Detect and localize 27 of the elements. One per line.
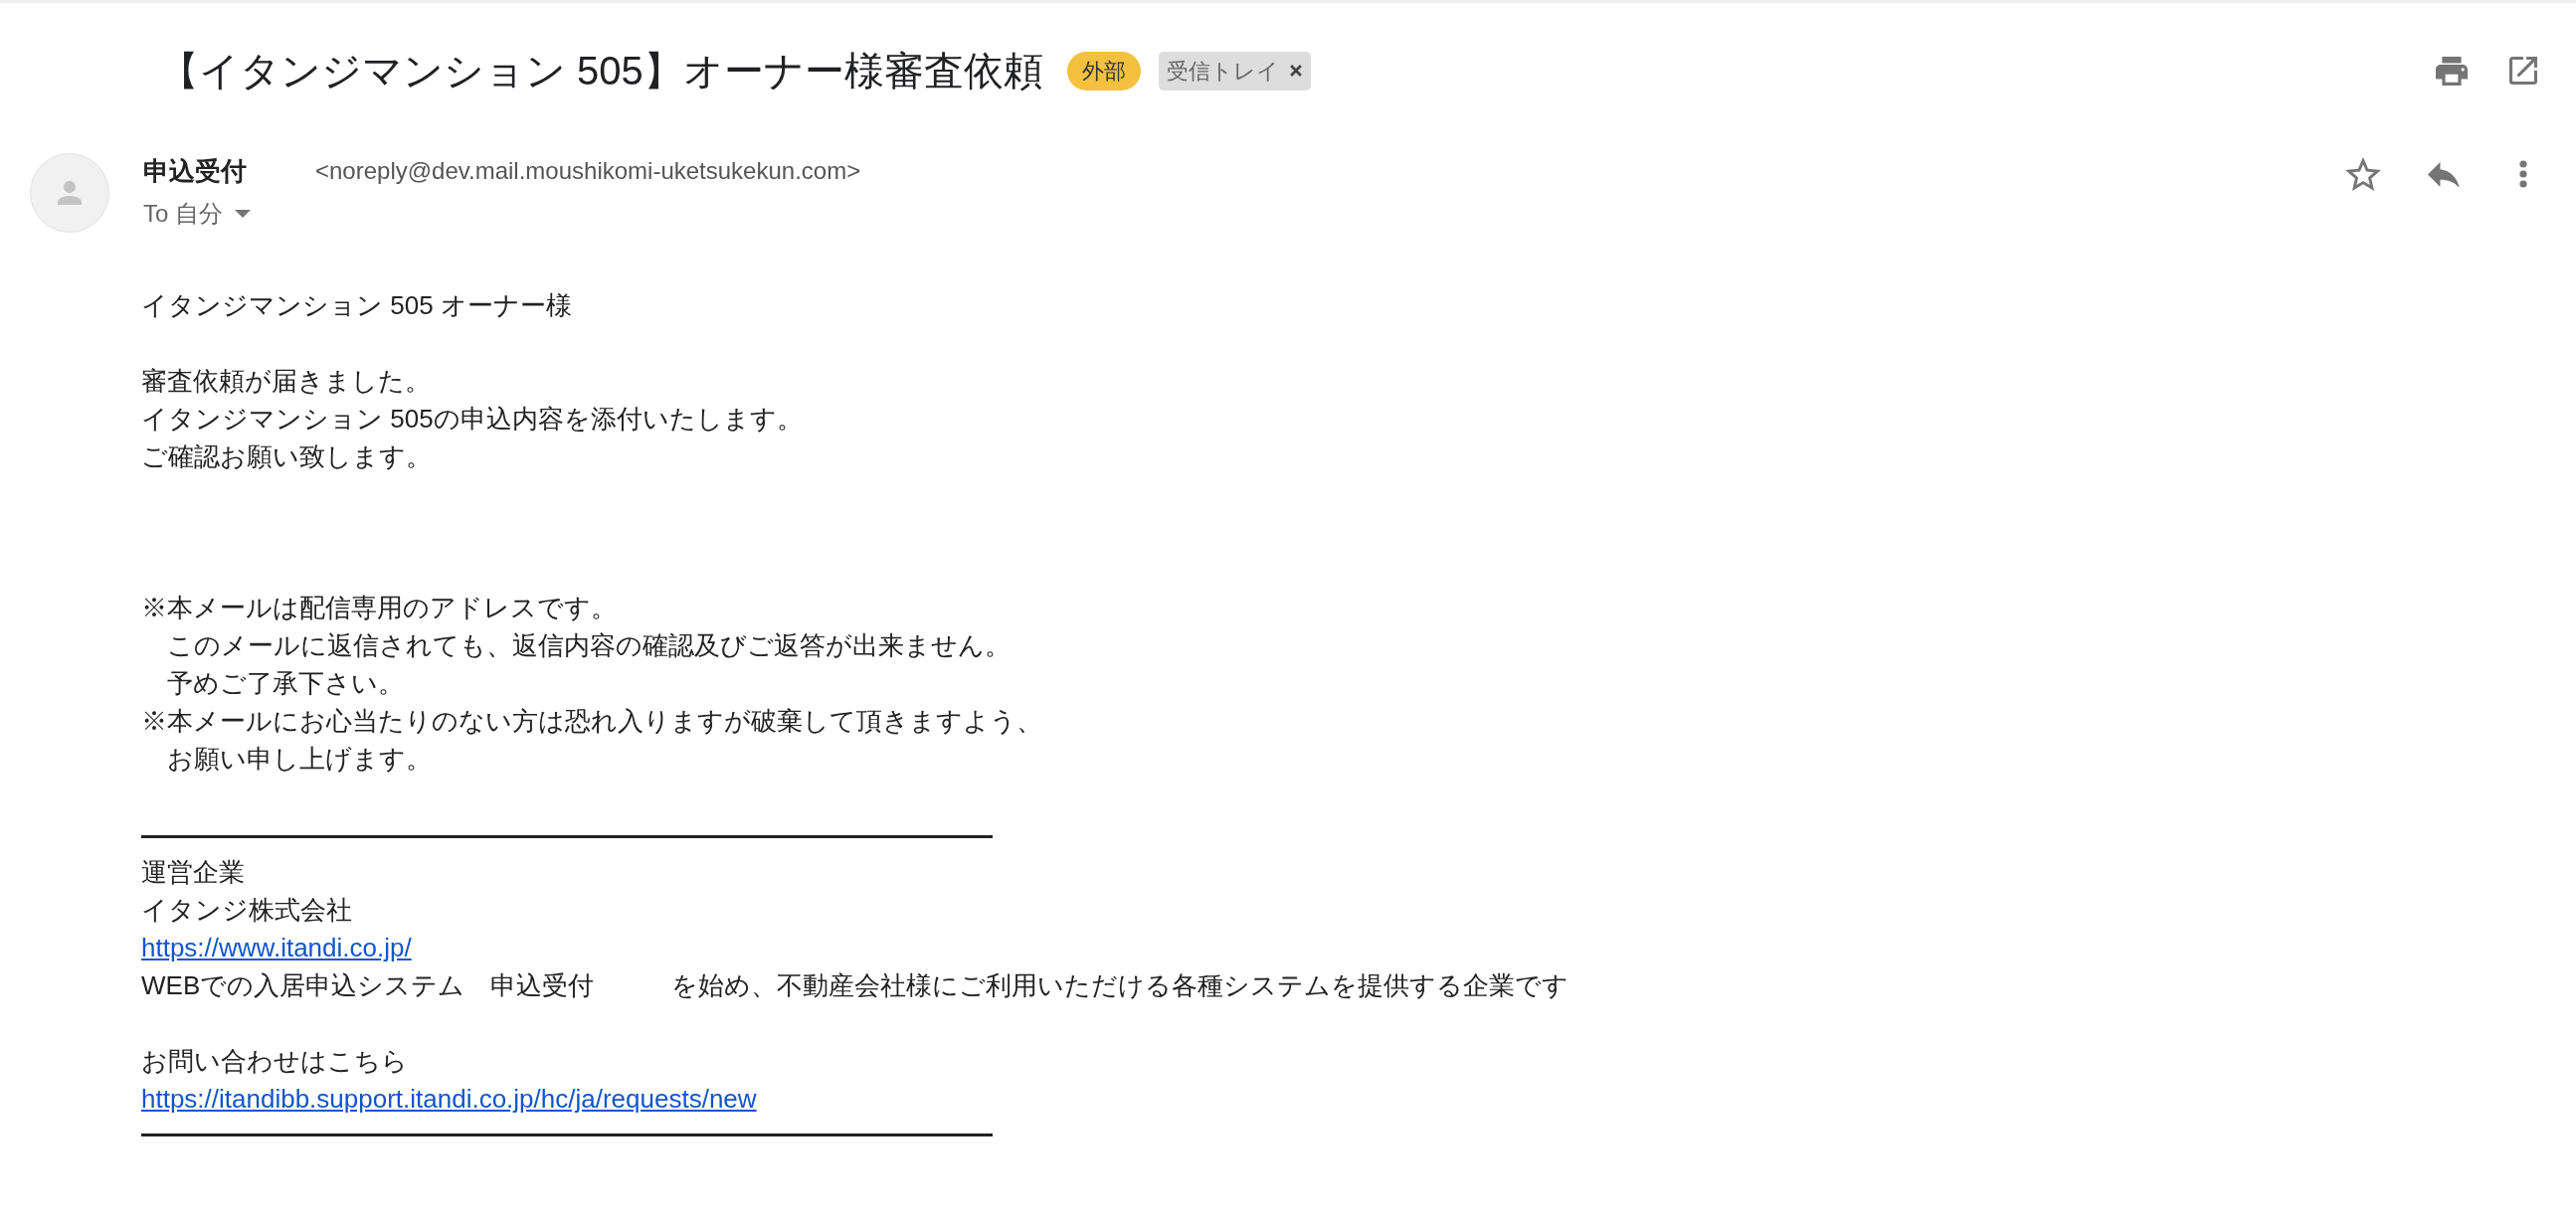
message-text: ご確認お願い致します。 [141, 440, 432, 473]
open-in-new-window-icon[interactable] [2509, 57, 2537, 85]
company-name: イタンジ株式会社 [141, 894, 352, 927]
star-icon[interactable] [2345, 157, 2381, 191]
sender-email: <noreply@dev.mail.moushikomi-uketsukekun.com> [315, 156, 861, 186]
avatar-icon [30, 153, 109, 233]
reply-icon[interactable] [2428, 161, 2460, 187]
print-icon[interactable] [2436, 56, 2468, 86]
label-text: 受信トレイ [1166, 57, 1279, 86]
contact-link[interactable]: https://itandibb.support.itandi.co.jp/hc/ja/requests/new [141, 1080, 757, 1118]
label-tag[interactable]: 外部 [1066, 51, 1141, 90]
recipient-text: To 自分 [143, 199, 223, 229]
caret-icon[interactable] [235, 210, 251, 218]
notice-paragraph: ※本メールは配信専用のアドレスです。 このメールに返信されても、返信内容の確認及びご返答が出来ません。 予めご了承下さい。 [141, 592, 1011, 700]
email-subject: 【イタンジマンション 505】オーナー様審査依頼 [159, 48, 1043, 94]
company-description: WEBでの入居申込システム 申込受付 を始め、不動産会社様にご利用いただける各種システムを提供する企業です [141, 969, 1569, 1002]
more-options-icon[interactable] [2519, 160, 2527, 188]
label-chip[interactable]: 受信トレイ [1158, 51, 1311, 90]
company-label: 運営企業 [141, 856, 245, 889]
close-icon[interactable] [1288, 64, 1303, 78]
message-text: イタンジマンション 505の申込内容を添付いたします。 [141, 403, 803, 436]
contact-label: お問い合わせはこちら [141, 1045, 408, 1078]
notice-paragraph: ※本メールにお心当たりのない方は恐れ入りますが破棄して頂きますよう、 お願い申し上げます。 [141, 705, 1042, 776]
website-link[interactable]: https://www.itandi.co.jp/ [141, 929, 412, 966]
message-text: 審査依頼が届きました。 [141, 365, 431, 398]
sender-name: 申込受付 [143, 154, 247, 188]
greeting-text: イタンジマンション 505 オーナー様 [141, 289, 572, 322]
